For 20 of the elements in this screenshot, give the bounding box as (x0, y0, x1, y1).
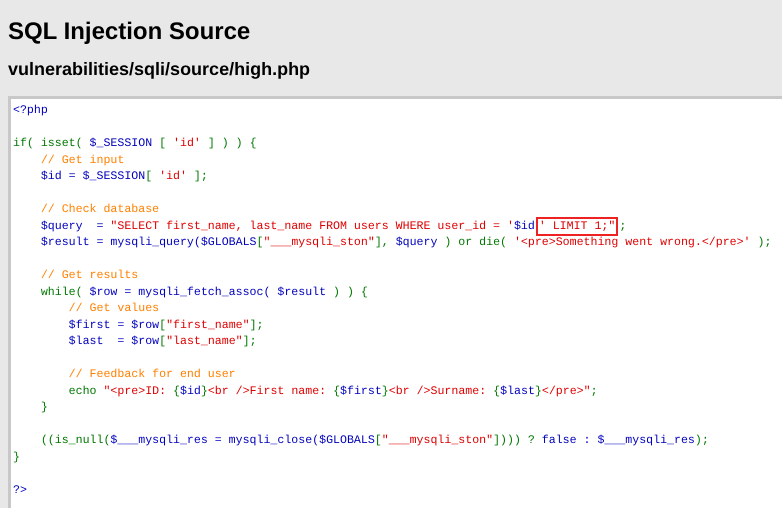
code-line: // Get values (68, 301, 160, 317)
code-line: // Feedback for end user (68, 367, 237, 383)
code-line: ((is_null($___mysqli_res = mysqli_close($GLOBALS["___mysqli_ston"]))) ? false : $___mysqli_res); (40, 433, 710, 449)
code-line: // Get input (40, 152, 126, 168)
code-line: ?> (13, 482, 28, 498)
code-line: $first = $row["first_name"]; (68, 318, 264, 334)
code-line: if( isset( $_SESSION [ 'id' ] ) ) { (13, 136, 258, 152)
code-line: $query = "SELECT first_name, last_name FROM users WHERE user_id = '$id ' LIMIT 1;" ; (13, 218, 782, 235)
code-line: $result = mysqli_query($GLOBALS["___mysqli_ston"], $query ) or die( '<pre>Something went wrong.</pre>' ); (40, 235, 772, 251)
code-line: <?php (13, 103, 49, 119)
code-line: } (40, 400, 49, 416)
code-line: } (13, 450, 21, 466)
code-line: // Check database (40, 202, 160, 218)
page-title: SQL Injection Source (8, 17, 252, 46)
code-line: while( $row = mysqli_fetch_assoc( $result ) ) { (40, 284, 369, 300)
code-line: echo "<pre>ID: {$id}<br />First name: {$first}<br />Surname: {$last}</pre>"; (68, 384, 599, 400)
file-path: vulnerabilities/sqli/source/high.php (8, 58, 312, 80)
code-line: $id = $_SESSION[ 'id' ]; (40, 169, 209, 185)
code-line: // Get results (40, 268, 140, 284)
code-line: $last = $row["last_name"]; (68, 334, 258, 350)
